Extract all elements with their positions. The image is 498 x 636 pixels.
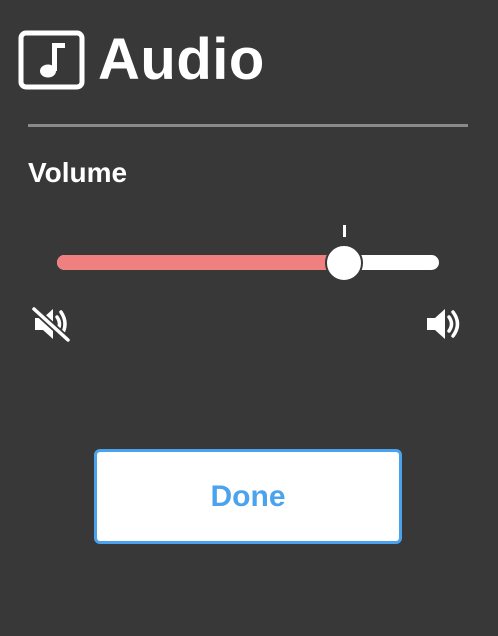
page-title: Audio: [98, 27, 265, 92]
header-divider: [28, 124, 468, 127]
volume-label: Volume: [28, 157, 128, 188]
slider-thumb[interactable]: [325, 244, 363, 282]
panel-header: Audio: [18, 30, 265, 90]
volume-slider[interactable]: [57, 225, 439, 300]
done-button[interactable]: Done: [94, 449, 402, 544]
music-note-icon: [18, 30, 85, 90]
slider-fill: [57, 255, 344, 270]
audio-settings-panel: Audio Volume Done: [0, 0, 498, 636]
slider-tick-mark: [343, 225, 346, 237]
speaker-muted-icon[interactable]: [31, 305, 71, 343]
speaker-loud-icon[interactable]: [425, 305, 465, 343]
